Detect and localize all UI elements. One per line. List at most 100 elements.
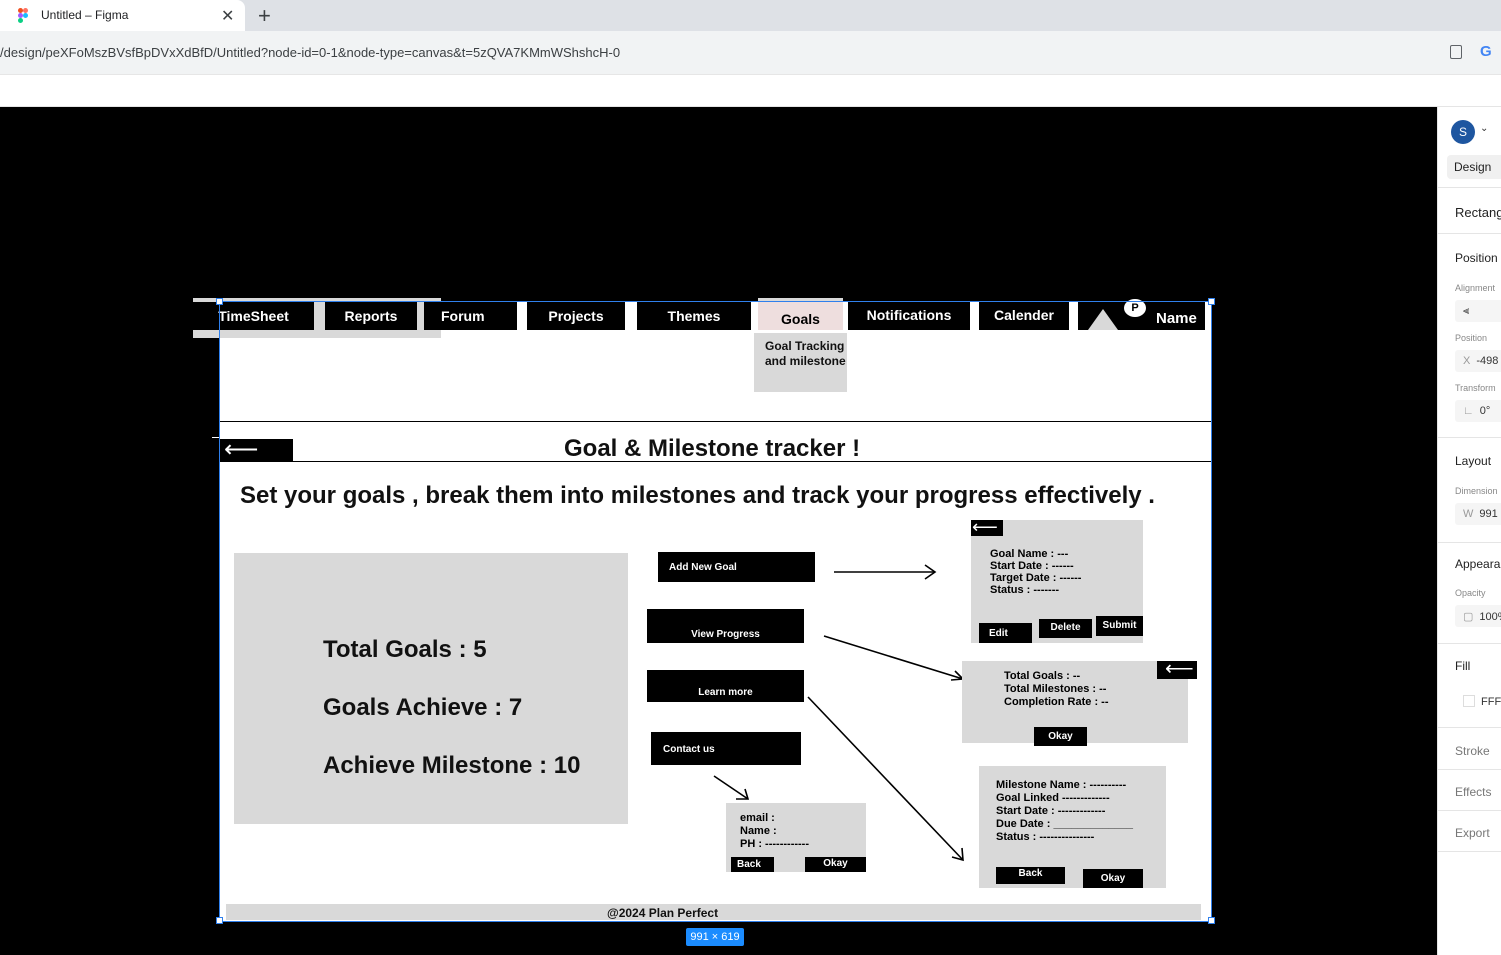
figma-toolbar [0,75,1501,107]
contact-us-button[interactable]: Contact us [651,732,801,765]
rotation-field[interactable]: ∟ 0° [1455,400,1501,422]
appearance-heading: Appearar [1455,557,1501,571]
fill-field[interactable]: FFFF [1455,690,1501,712]
edit-button[interactable]: Edit [979,623,1032,643]
divider [1438,187,1501,188]
browser-tab[interactable]: Untitled – Figma ✕ [0,0,245,31]
goals-dropdown-item[interactable]: Goal Tracking and milestone [754,333,847,392]
fill-value: FFFF [1481,696,1501,708]
figma-icon [18,8,28,23]
address-bar: /design/peXFoMszBVsfBpDVxXdBfD/Untitled?… [0,31,1501,75]
x-value: -498 [1476,355,1499,367]
position-label: Position [1455,333,1488,343]
tab-title: Untitled – Figma [41,8,129,22]
alignment-buttons[interactable]: ⫷ [1455,300,1501,322]
avatar[interactable]: S [1451,120,1475,144]
back-button[interactable]: Back [731,857,774,872]
w-value: 991 [1479,508,1498,520]
okay-button[interactable]: Okay [1034,727,1087,746]
back-button[interactable]: Back [996,867,1065,884]
nav-projects[interactable]: Projects [527,302,625,330]
layer-name: Rectang [1455,205,1501,220]
phone-field[interactable]: PH : ------------ [740,838,809,851]
okay-button[interactable]: Okay [805,857,866,872]
status-field[interactable]: Status : ------- [990,584,1059,597]
w-label: W [1463,508,1474,520]
due-date-field[interactable]: Due Date : _____________ [996,818,1133,831]
nav-timesheet[interactable]: TimeSheet [193,302,314,330]
google-icon[interactable]: G [1480,43,1492,60]
fill-swatch-icon[interactable] [1463,695,1475,707]
browser-tab-bar: Untitled – Figma ✕ + [0,0,1501,31]
divider [1438,769,1501,770]
effects-heading[interactable]: Effects [1455,785,1491,799]
page-title: Goal & Milestone tracker ! [564,435,861,462]
x-label: X [1463,355,1471,367]
opacity-label: Opacity [1455,588,1486,598]
chevron-down-icon[interactable]: ⌄ [1480,123,1488,134]
resize-handle-top-right[interactable] [1208,298,1215,305]
footer-text: @2024 Plan Perfect [607,906,719,920]
name-field[interactable]: Name : [740,825,777,838]
stroke-heading[interactable]: Stroke [1455,744,1490,758]
progress-total-goals: Total Goals : -- [1004,670,1081,682]
resize-handle-bottom-right[interactable] [1208,917,1215,924]
width-field[interactable]: W 991 [1455,503,1501,525]
back-arrow-icon[interactable]: ⟵ [971,518,1003,536]
stat-achieve-milestone: Achieve Milestone : 10 [323,752,581,779]
status-field[interactable]: Status : --------------- [996,831,1094,844]
opacity-field[interactable]: ▢ 100% [1455,605,1501,627]
divider [1438,727,1501,728]
view-progress-button[interactable]: View Progress [647,609,804,643]
dimensions-label: Dimension [1455,486,1498,496]
back-arrow-icon[interactable]: ⟵ [1157,659,1197,679]
divider-line [220,421,1211,422]
close-icon[interactable]: ✕ [221,6,234,26]
divider [1438,810,1501,811]
back-arrow-icon[interactable]: ⟵ [220,438,293,462]
stat-goals-achieve: Goals Achieve : 7 [323,694,523,721]
delete-button[interactable]: Delete [1039,619,1092,638]
nav-calender[interactable]: Calender [979,302,1069,330]
milestone-name-field[interactable]: Milestone Name : ---------- [996,779,1126,792]
nav-themes[interactable]: Themes [637,302,751,330]
tab-design[interactable]: Design [1447,155,1501,179]
okay-button[interactable]: Okay [1083,869,1143,888]
start-date-field[interactable]: Start Date : ------------- [996,805,1105,818]
opacity-icon: ▢ [1463,611,1474,623]
opacity-value: 100% [1479,611,1501,623]
new-tab-icon[interactable]: + [258,3,271,29]
submit-button[interactable]: Submit [1096,616,1143,636]
profile-name[interactable]: Name [1156,306,1197,332]
export-heading[interactable]: Export [1455,826,1490,840]
profile-avatar[interactable]: P [1124,299,1146,317]
divider [1438,851,1501,852]
resize-handle-bottom-left[interactable] [216,917,223,924]
divider [1438,542,1501,543]
page-subtitle: Set your goals , break them into milesto… [240,482,1155,509]
progress-completion-rate: Completion Rate : -- [1004,696,1109,708]
nav-forum[interactable]: Forum [424,302,517,330]
layout-heading: Layout [1455,454,1492,468]
url-field[interactable]: /design/peXFoMszBVsfBpDVxXdBfD/Untitled?… [0,45,620,60]
nav-reports[interactable]: Reports [325,302,417,330]
clipboard-icon[interactable] [1450,45,1462,59]
nav-notifications[interactable]: Notifications [848,302,970,330]
rotation-icon: ∟ [1463,405,1474,417]
transform-label: Transform [1455,383,1496,393]
align-left-icon[interactable]: ⫷ [1463,305,1469,317]
stats-card [234,553,628,824]
goal-linked-field[interactable]: Goal Linked ------------- [996,792,1110,805]
add-new-goal-button[interactable]: Add New Goal [658,552,815,582]
stray-mark [199,402,201,403]
nav-profile[interactable]: P Name [1078,299,1205,332]
stray-mark [212,437,221,438]
divider [1438,233,1501,234]
learn-more-button[interactable]: Learn more [647,670,804,702]
nav-goals[interactable]: Goals [758,298,843,330]
properties-panel: S ⌄ Design Rectang Position Alignment ⫷ … [1437,107,1501,955]
x-position-field[interactable]: X -498 [1455,350,1501,372]
resize-handle-top-left[interactable] [216,298,223,305]
triangle-icon [1088,309,1118,330]
email-field[interactable]: email : [740,812,775,825]
